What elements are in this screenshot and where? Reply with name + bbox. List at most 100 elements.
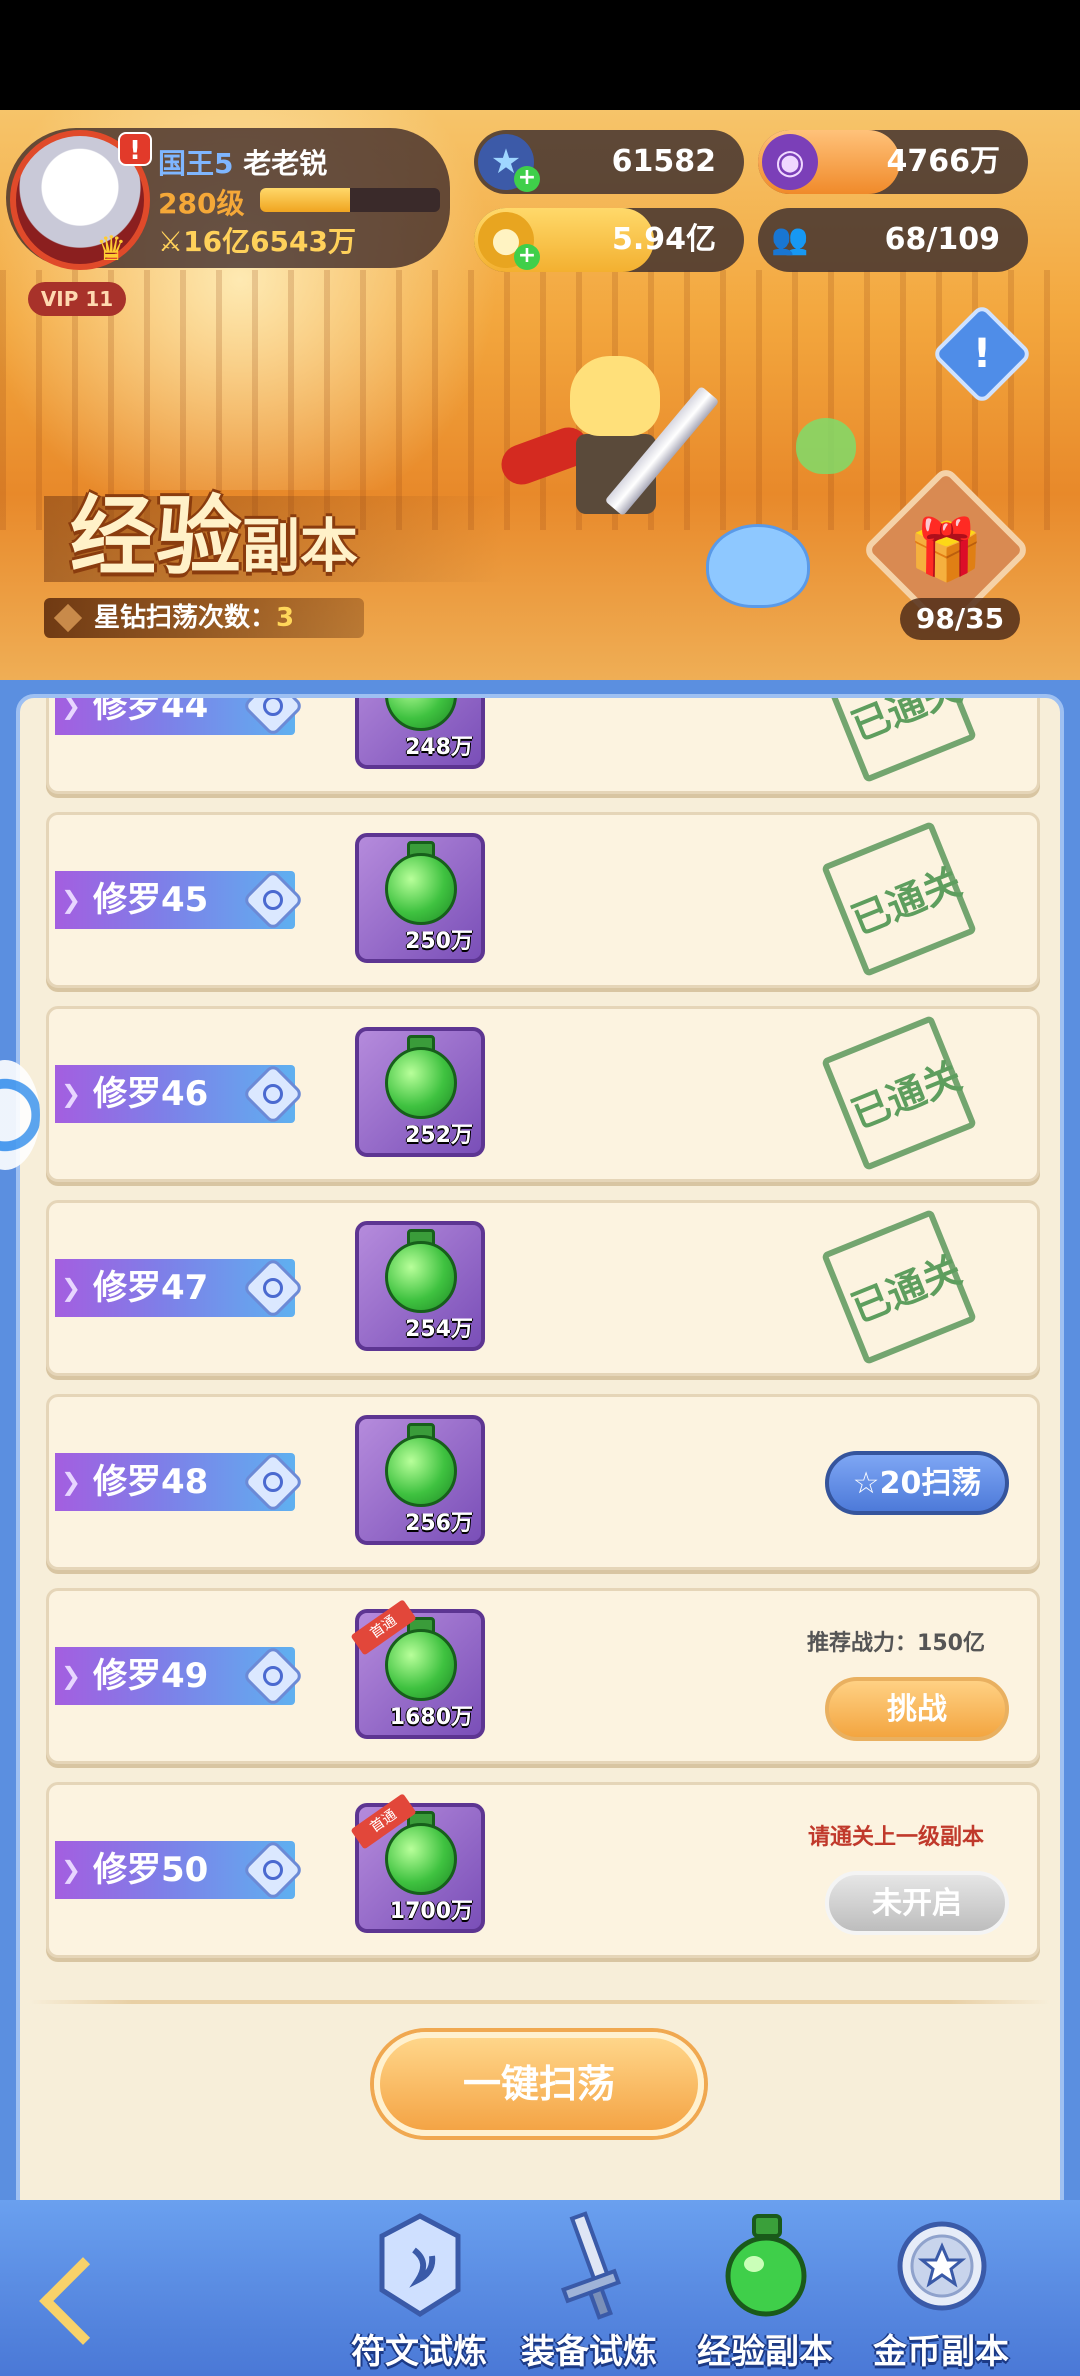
replay-icon[interactable] [241, 698, 305, 738]
sword-icon [561, 2211, 621, 2320]
replay-icon[interactable] [241, 1644, 305, 1708]
reward-item[interactable]: 1700万 首通 [350, 1793, 485, 1933]
green-slime [796, 418, 856, 474]
stage-name: 修罗50 [93, 1850, 209, 1890]
player-power-value: 16亿6543万 [183, 225, 357, 258]
reward-amount: 254万 [405, 1317, 473, 1342]
stage-card[interactable]: ❯ 修罗45 250万 已通关 [46, 812, 1040, 988]
reward-amount: 256万 [405, 1511, 473, 1536]
stage-tag[interactable]: ❯ 修罗48 [55, 1450, 305, 1514]
swords-icon: ⚔ [158, 225, 184, 258]
exp-potion-icon [385, 1435, 457, 1507]
rune-icon [379, 2213, 461, 2317]
stage-tag[interactable]: ❯ 修罗46 [55, 1062, 305, 1126]
star-diamond-value: 61582 [611, 144, 716, 179]
nav-gold-label: 金币副本 [873, 2332, 1009, 2372]
friends-counter[interactable]: 👥 68/109 [758, 208, 1028, 272]
stage-tag[interactable]: ❯ 修罗49 [55, 1644, 305, 1708]
exp-potion-icon [385, 1241, 457, 1313]
level-progress-fill [260, 188, 350, 212]
recommended-power: 推荐战力：150亿 [807, 1631, 985, 1656]
stage-card[interactable]: ❯ 修罗49 1680万 首通 推荐战力：150亿 挑战 [46, 1588, 1040, 1764]
reward-item[interactable]: 254万 [355, 1221, 485, 1351]
purple-currency-value: 4766万 [886, 144, 1001, 179]
orb-icon: ◉ [762, 134, 818, 190]
stage-tag[interactable]: ❯ 修罗44 [55, 694, 305, 738]
chevron-right-icon: ❯ [61, 694, 82, 720]
stage-name: 修罗49 [93, 1656, 209, 1696]
reward-item[interactable]: 252万 [355, 1027, 485, 1157]
sweep-count-bar: 星钻扫荡次数：3 [44, 598, 364, 638]
chevron-right-icon: ❯ [61, 1274, 82, 1302]
replay-icon[interactable] [241, 868, 305, 932]
avatar[interactable]: ! ♛ [10, 130, 152, 270]
stage-tag[interactable]: ❯ 修罗47 [55, 1256, 305, 1320]
chevron-right-icon: ❯ [61, 1468, 82, 1496]
sweep-count-value: 3 [276, 603, 295, 633]
gift-count: 98/35 [900, 598, 1020, 640]
stage-tag[interactable]: ❯ 修罗50 [55, 1838, 305, 1902]
stage-panel: ❯ 修罗44 248万 已通关 ❯ 修罗45 250万 已通关 ❯ 修罗46 2… [0, 680, 1080, 2214]
cleared-stamp: 已通关 [820, 820, 978, 978]
exp-potion-icon [385, 1629, 457, 1701]
reward-item[interactable]: 248万 [355, 698, 485, 769]
player-name-line: 国王5 老老锐 [158, 142, 327, 182]
hero-character [495, 346, 720, 546]
cleared-stamp-text: 已通关 [845, 1053, 968, 1138]
replay-icon[interactable] [241, 1450, 305, 1514]
reward-item[interactable]: 256万 [355, 1415, 485, 1545]
nav-rune-trial[interactable]: 符文试炼 [334, 2200, 504, 2376]
cleared-stamp: 已通关 [820, 698, 978, 784]
potion-icon [725, 2214, 807, 2317]
player-profile[interactable]: ! ♛ 国王5 老老锐 280级 ⚔16亿6543万 [6, 128, 450, 270]
friends-value: 68/109 [884, 222, 1000, 257]
purple-currency-counter[interactable]: ◉ 4766万 [758, 130, 1028, 194]
stage-list[interactable]: ❯ 修罗44 248万 已通关 ❯ 修罗45 250万 已通关 ❯ 修罗46 2… [16, 694, 1064, 2214]
player-power: ⚔16亿6543万 [158, 220, 356, 260]
stage-card[interactable]: ❯ 修罗50 1700万 首通 请通关上一级副本 未开启 [46, 1782, 1040, 1958]
star-diamond-counter[interactable]: ★ + 61582 [474, 130, 744, 194]
cleared-stamp-text: 已通关 [845, 694, 968, 750]
stage-card[interactable]: ❯ 修罗46 252万 已通关 [46, 1006, 1040, 1182]
reward-item[interactable]: 1680万 首通 [350, 1599, 485, 1739]
cleared-stamp: 已通关 [820, 1014, 978, 1172]
sweep-count-label: 星钻扫荡次数： [94, 603, 277, 633]
gold-counter[interactable]: ● + 5.94亿 [474, 208, 744, 272]
reward-amount: 1680万 [389, 1705, 473, 1730]
add-gold-icon[interactable]: + [514, 244, 540, 270]
nav-equipment-trial[interactable]: 装备试炼 [504, 2200, 674, 2376]
unlock-hint: 请通关上一级副本 [807, 1825, 984, 1850]
crown-icon: ♛ [96, 229, 127, 269]
challenge-button[interactable]: 挑战 [825, 1677, 1009, 1741]
nav-exp-dungeon[interactable]: 经验副本 [680, 2200, 850, 2376]
replay-icon[interactable] [241, 1256, 305, 1320]
reward-amount: 248万 [405, 735, 473, 760]
vip-badge[interactable]: VIP 11 [28, 282, 126, 316]
replay-icon[interactable] [241, 1062, 305, 1126]
info-icon: ! [972, 331, 992, 377]
sweep-button[interactable]: ☆20扫荡 [825, 1451, 1009, 1515]
back-arrow-icon[interactable] [34, 2252, 124, 2342]
stage-tag[interactable]: ❯ 修罗45 [55, 868, 305, 932]
stage-name: 修罗48 [93, 1462, 209, 1502]
blue-slime [706, 524, 810, 608]
replay-icon[interactable] [241, 1838, 305, 1902]
stage-card[interactable]: ❯ 修罗44 248万 已通关 [46, 694, 1040, 794]
exp-potion-icon [385, 1047, 457, 1119]
star-icon: ☆ [852, 1466, 880, 1501]
friends-icon: 👥 [771, 222, 809, 257]
nav-exp-label: 经验副本 [697, 2332, 833, 2372]
exp-potion-icon [385, 1823, 457, 1895]
status-bar [0, 0, 1080, 110]
stage-card[interactable]: ❯ 修罗48 256万 ☆20扫荡 [46, 1394, 1040, 1570]
chevron-right-icon: ❯ [61, 1856, 82, 1884]
nav-gold-dungeon[interactable]: 金币副本 [856, 2200, 1026, 2376]
stage-card[interactable]: ❯ 修罗47 254万 已通关 [46, 1200, 1040, 1376]
one-key-sweep-button[interactable]: 一键扫荡 [374, 2032, 704, 2136]
player-level: 280级 [158, 187, 245, 220]
nav-equipment-label: 装备试炼 [521, 2332, 657, 2372]
add-star-diamond-icon[interactable]: + [514, 166, 540, 192]
page-title: 经验副本 [70, 466, 358, 591]
reward-item[interactable]: 250万 [355, 833, 485, 963]
stage-name: 修罗44 [93, 694, 209, 726]
